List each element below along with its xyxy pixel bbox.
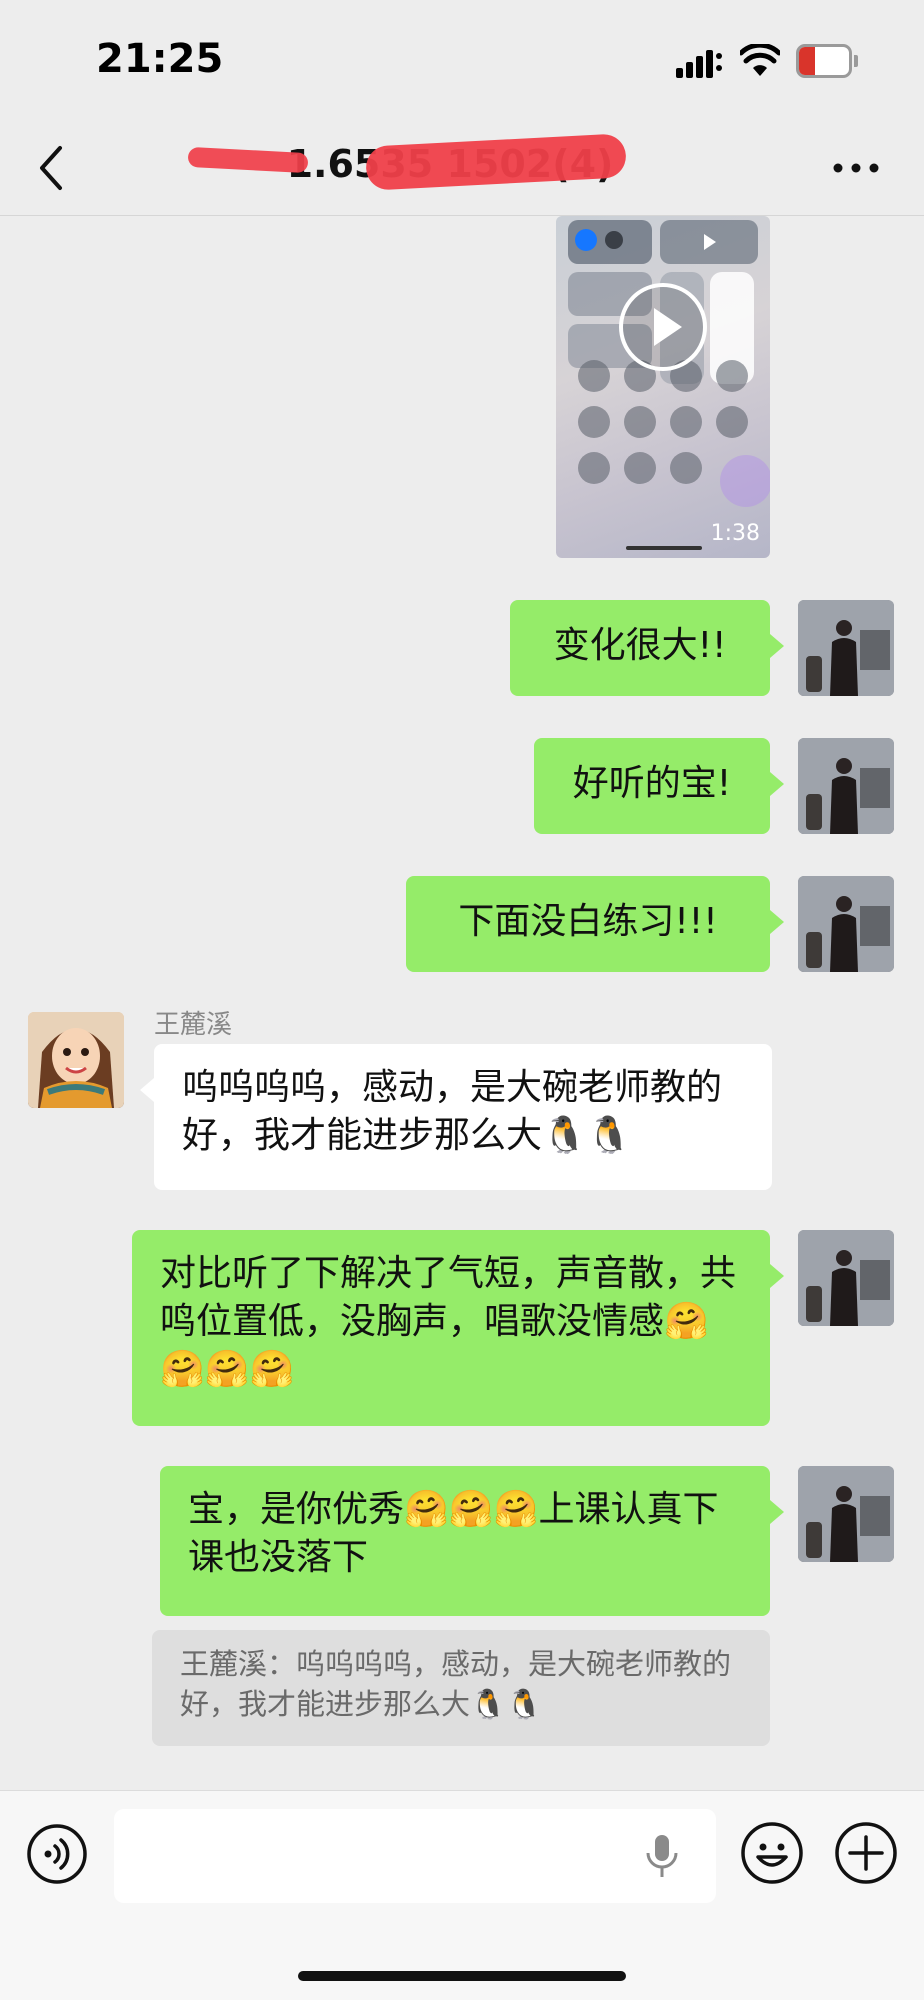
- input-bar: [0, 1790, 924, 2000]
- message-input[interactable]: [114, 1809, 716, 1903]
- signal-icon: [676, 50, 722, 78]
- avatar-photo: [798, 876, 894, 972]
- video-duration: 1:38: [710, 521, 760, 546]
- message-bubble[interactable]: 宝，是你优秀🤗🤗🤗上课认真下课也没落下: [160, 1466, 784, 1616]
- status-bar: 21:25 9: [0, 0, 924, 120]
- quoted-message[interactable]: 王麓溪：呜呜呜呜，感动，是大碗老师教的好，我才能进步那么大🐧🐧: [152, 1630, 770, 1746]
- video-progress-track: [626, 546, 702, 550]
- home-indicator: [298, 1971, 626, 1981]
- video-thumbnail: [568, 220, 770, 507]
- avatar-photo: [798, 600, 894, 696]
- avatar[interactable]: [28, 1012, 124, 1108]
- avatar-photo: [798, 1230, 894, 1326]
- voice-icon[interactable]: [26, 1823, 88, 1885]
- mic-icon[interactable]: [644, 1833, 680, 1881]
- wifi-icon: [740, 44, 780, 76]
- emoji-icon[interactable]: [740, 1821, 804, 1885]
- chevron-left-icon[interactable]: [30, 140, 80, 196]
- avatar[interactable]: [798, 876, 894, 972]
- avatar[interactable]: [798, 600, 894, 696]
- avatar-photo: [798, 1466, 894, 1562]
- battery-icon: 9: [796, 44, 858, 78]
- message-bubble[interactable]: 好听的宝!: [534, 738, 784, 834]
- status-time: 21:25: [96, 36, 224, 82]
- sender-name: 王麓溪: [154, 1010, 233, 1040]
- avatar-cartoon: [28, 1012, 124, 1108]
- message-bubble[interactable]: 变化很大!!: [510, 600, 784, 696]
- plus-icon[interactable]: [834, 1821, 898, 1885]
- avatar[interactable]: [798, 1466, 894, 1562]
- battery-level: 9: [818, 50, 836, 78]
- message-bubble[interactable]: 呜呜呜呜，感动，是大碗老师教的好，我才能进步那么大🐧🐧: [140, 1044, 772, 1190]
- more-dots-icon[interactable]: [826, 148, 886, 188]
- message-bubble[interactable]: 下面没白练习!!!: [406, 876, 784, 972]
- avatar[interactable]: [798, 1230, 894, 1326]
- avatar[interactable]: [798, 738, 894, 834]
- message-bubble[interactable]: 对比听了下解决了气短，声音散，共鸣位置低，没胸声，唱歌没情感🤗🤗🤗🤗: [132, 1230, 784, 1426]
- video-message[interactable]: 1:38: [556, 216, 770, 558]
- avatar-photo: [798, 738, 894, 834]
- play-icon[interactable]: [616, 280, 710, 374]
